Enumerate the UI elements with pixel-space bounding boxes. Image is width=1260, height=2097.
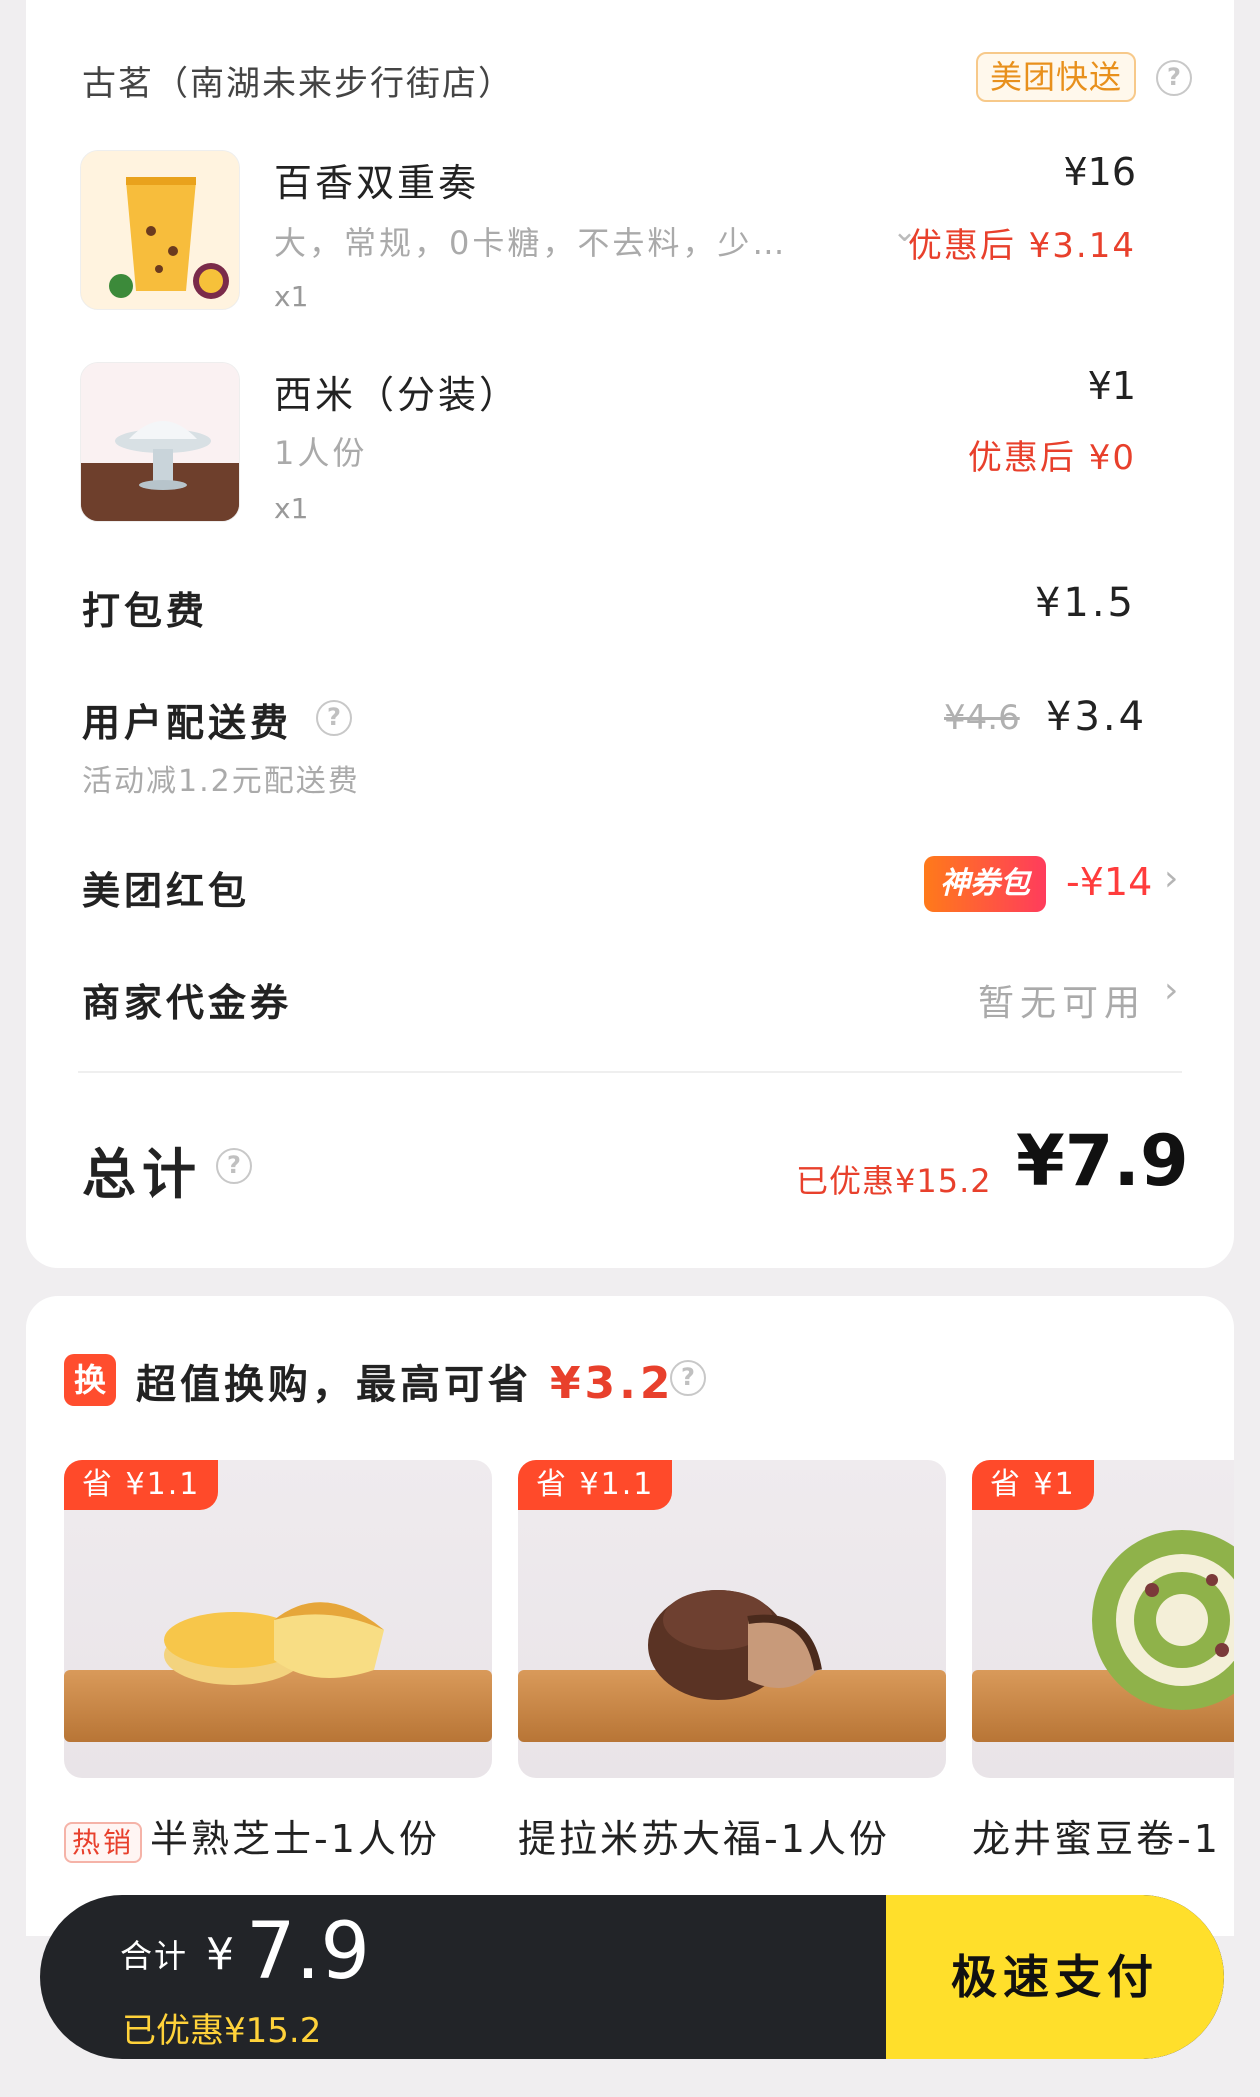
product-name[interactable]: 提拉米苏大福-1人份 [518,1808,890,1863]
product-name[interactable]: 热销 半熟芝士-1人份 [64,1808,440,1863]
item-spec: 大，常规，0卡糖，不去料，少… [274,224,788,262]
item-name: 西米（分装） [274,373,521,417]
divider [78,1071,1182,1073]
item-price: ¥1 [1087,364,1136,408]
cheese-tart-image [164,1602,384,1685]
product-name-text: 半熟芝士-1人份 [150,1817,440,1861]
product-card[interactable]: 省 ¥1.1 [518,1460,946,1778]
packing-fee-label: 打包费 [82,589,209,633]
chevron-right-icon[interactable]: › [1164,970,1178,1011]
checkout-yen: ¥ [206,1929,234,1980]
packing-fee-value: ¥1.5 [1034,580,1136,626]
order-summary-card: 古茗（南湖未来步行街店） 美团快送 ? 百香双重奏 大，常规，0卡糖，不去料，少… [26,0,1234,1268]
delivery-fee-label: 用户配送费 [82,701,293,745]
voucher-label: 商家代金券 [82,981,293,1025]
voucher-value[interactable]: 暂无可用 [978,974,1146,1026]
item-spec: 1人份 [274,434,368,472]
item-name: 百香双重奏 [274,161,480,205]
item-discount-price: 优惠后 ¥0 [967,438,1136,478]
daifuku-image [648,1590,822,1700]
checkout-total-label: 合计 [120,1937,189,1975]
checkout-saved: 已优惠¥15.2 [122,2011,322,2051]
redpack-value[interactable]: -¥14 [1066,860,1152,904]
swap-icon: 换 [64,1354,116,1406]
total-label: 总计 [82,1143,202,1206]
checkout-total-value: 7.9 [246,1907,371,1997]
redpack-label: 美团红包 [82,869,251,913]
item-price: ¥16 [1063,150,1136,194]
checkout-bar: 合计 ¥ 7.9 已优惠¥15.2 极速支付 [40,1895,1224,2059]
item-qty: x1 [274,280,309,313]
delivery-fee-value: ¥3.4 [1046,694,1148,740]
item-discount-price: 优惠后 ¥3.14 [907,226,1136,266]
save-tag: 省 ¥1 [972,1460,1094,1510]
product-name[interactable]: 龙井蜜豆卷-1 [972,1808,1221,1863]
product-card[interactable]: 省 ¥1.1 [64,1460,492,1778]
save-tag: 省 ¥1.1 [518,1460,673,1510]
question-circle-icon[interactable]: ? [670,1360,706,1396]
coupon-pack-badge[interactable]: 神券包 [924,856,1046,912]
store-name[interactable]: 古茗（南湖未来步行街店） [82,56,514,105]
drink-image [81,151,239,309]
promo-title-text: 超值换购，最高可省 [136,1362,532,1408]
question-circle-icon[interactable]: ? [1156,60,1192,96]
upsell-card: 换 超值换购，最高可省 ¥3.2 ? 省 ¥1.1 热销 半熟芝士-1人份 省 ¥… [26,1296,1234,1936]
delivery-fee-original: ¥4.6 [944,698,1020,738]
product-card[interactable]: 省 ¥1 [972,1460,1234,1778]
sago-image [81,363,239,521]
question-circle-icon[interactable]: ? [316,700,352,736]
promo-title: 超值换购，最高可省 ¥3.2 [136,1352,675,1410]
promo-max-saving: ¥3.2 [549,1358,675,1409]
chevron-right-icon[interactable]: › [1164,858,1178,899]
save-tag: 省 ¥1.1 [64,1460,219,1510]
pay-button[interactable]: 极速支付 [886,1895,1224,2059]
total-value: ¥7.9 [1016,1120,1189,1202]
delivery-badge: 美团快送 [976,52,1137,102]
question-circle-icon[interactable]: ? [216,1148,252,1184]
item-thumbnail[interactable] [80,362,240,522]
total-saved: 已优惠¥15.2 [796,1162,992,1200]
item-qty: x1 [274,492,309,525]
matcha-roll-image [1092,1530,1234,1710]
item-thumbnail[interactable] [80,150,240,310]
hot-tag: 热销 [64,1822,143,1863]
delivery-fee-note: 活动减1.2元配送费 [82,764,360,799]
